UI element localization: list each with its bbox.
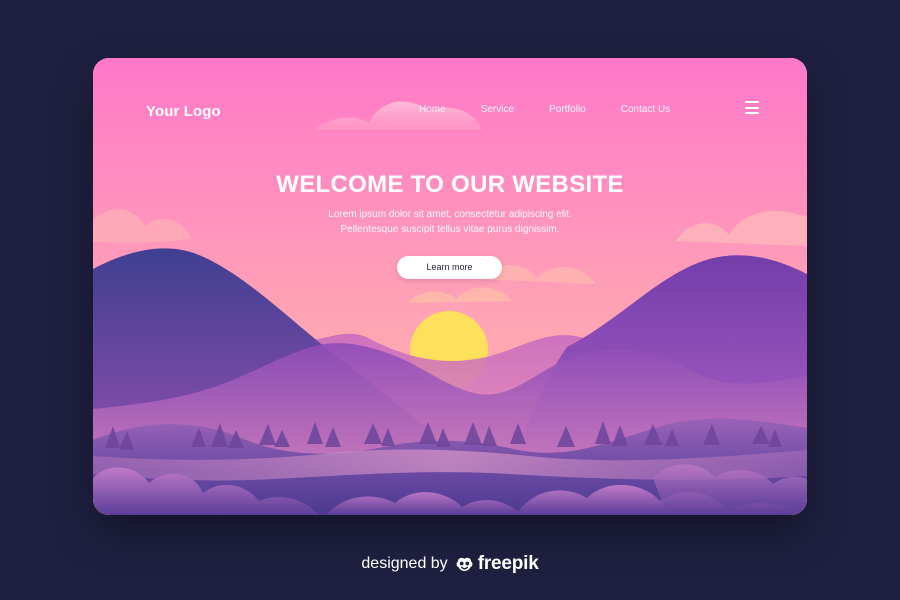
hamburger-menu-icon[interactable] — [745, 101, 759, 114]
hero-title: WELCOME TO OUR WEBSITE — [276, 171, 624, 198]
freepik-icon — [456, 557, 473, 571]
hamburger-menu-line — [745, 112, 759, 114]
credit-text: designed by — [361, 555, 448, 572]
learn-more-button[interactable]: Learn more — [397, 256, 502, 279]
hamburger-menu-line — [745, 106, 759, 109]
hamburger-menu-line — [745, 101, 759, 103]
nav-service-link[interactable]: Service — [481, 104, 514, 116]
hero-subtitle-line-1: Lorem ipsum dolor sit amet, consectetur … — [328, 209, 572, 220]
nav-home-link[interactable]: Home — [419, 104, 446, 116]
sunset-mountain-landscape — [93, 58, 807, 515]
site-logo-text: Your Logo — [146, 103, 221, 120]
landing-page-template: Your Logo Home Service Portfolio Contact… — [0, 0, 900, 600]
main-navigation: Home Service Portfolio Contact Us — [419, 104, 705, 116]
landing-page-card: Your Logo Home Service Portfolio Contact… — [93, 58, 807, 515]
freepik-brand-text: freepik — [477, 553, 539, 574]
designer-credit: designed by freepik — [0, 552, 900, 576]
hero-subtitle-line-2: Pellentesque suscipit tellus vitae purus… — [340, 224, 560, 235]
nav-contact-us-link[interactable]: Contact Us — [621, 104, 670, 116]
nav-portfolio-link[interactable]: Portfolio — [549, 104, 586, 116]
